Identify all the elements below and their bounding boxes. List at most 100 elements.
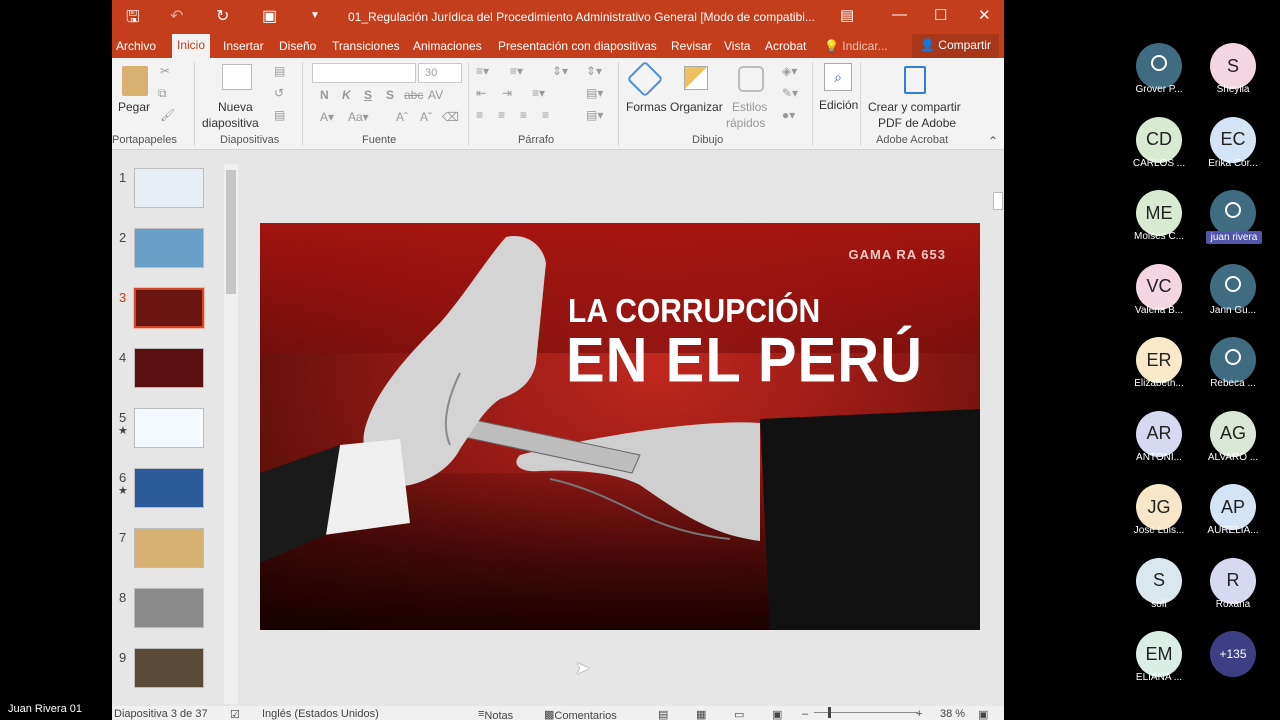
- present-icon[interactable]: ▣: [262, 6, 277, 26]
- paste-button[interactable]: Pegar: [118, 99, 150, 115]
- editing-button[interactable]: Edición: [819, 97, 858, 113]
- participant-tile[interactable]: Rebeca ...: [1194, 334, 1268, 404]
- participant-tile[interactable]: EM ELIANA ...: [1120, 628, 1194, 698]
- collapse-ribbon-icon[interactable]: ⌃: [988, 134, 998, 148]
- redo-icon[interactable]: ↻: [216, 6, 229, 26]
- underline-button[interactable]: S: [364, 88, 372, 102]
- participant-tile[interactable]: juan rivera: [1194, 187, 1268, 257]
- slide-thumbnail[interactable]: [134, 648, 204, 688]
- fit-slide-icon[interactable]: ▣: [978, 708, 988, 720]
- shape-fill-icon[interactable]: ◈▾: [782, 64, 797, 78]
- tab-animaciones[interactable]: Animaciones: [413, 39, 482, 53]
- slide-thumbnail[interactable]: [134, 168, 204, 208]
- columns-icon[interactable]: ≡▾: [532, 86, 545, 100]
- increase-indent-icon[interactable]: ⇥: [502, 86, 512, 100]
- clear-format-icon[interactable]: ⌫: [442, 110, 459, 124]
- tab-inicio[interactable]: Inicio: [172, 34, 211, 58]
- participant-tile[interactable]: AR ANTONI...: [1120, 408, 1194, 478]
- acrobat-label-2[interactable]: PDF de Adobe: [878, 115, 956, 131]
- tab-diseno[interactable]: Diseño: [279, 39, 316, 53]
- more-participants-button[interactable]: +135: [1194, 628, 1268, 698]
- text-direction-icon[interactable]: ⇕▾: [586, 64, 602, 78]
- numbering-icon[interactable]: ≡▾: [510, 64, 523, 78]
- format-painter-icon[interactable]: 🖌: [160, 108, 175, 122]
- quick-styles-label-1[interactable]: Estilos: [732, 99, 767, 115]
- participant-tile[interactable]: JG Jose Luis...: [1120, 481, 1194, 551]
- italic-button[interactable]: K: [342, 88, 351, 102]
- zoom-slider-thumb[interactable]: [828, 707, 831, 718]
- minimize-button[interactable]: —: [892, 6, 907, 23]
- tell-me-input[interactable]: 💡 Indicar...: [824, 39, 888, 53]
- justify-icon[interactable]: ≡: [542, 108, 549, 122]
- slideshow-icon[interactable]: ▣: [772, 708, 782, 720]
- participant-tile[interactable]: R Roxana: [1194, 555, 1268, 625]
- participant-tile[interactable]: S Sheylla: [1194, 40, 1268, 110]
- tab-archivo[interactable]: Archivo: [116, 39, 156, 53]
- scroll-thumb[interactable]: [993, 192, 1003, 210]
- slide-thumbnail[interactable]: [133, 287, 205, 329]
- decrease-indent-icon[interactable]: ⇤: [476, 86, 486, 100]
- cut-icon[interactable]: ✂: [160, 64, 170, 78]
- participant-tile[interactable]: CD CARLOS ...: [1120, 114, 1194, 184]
- maximize-button[interactable]: ☐: [934, 6, 947, 24]
- slide-sorter-icon[interactable]: ▦: [696, 708, 706, 720]
- strikethrough-button[interactable]: abc: [404, 88, 423, 102]
- bullets-icon[interactable]: ≡▾: [476, 64, 489, 78]
- participant-tile[interactable]: Ssofi: [1120, 555, 1194, 625]
- quick-styles-label-2[interactable]: rápidos: [726, 115, 765, 131]
- change-case-icon[interactable]: Aa▾: [348, 110, 369, 124]
- new-slide-label-2[interactable]: diapositiva: [202, 115, 259, 131]
- spellcheck-icon[interactable]: ☑: [230, 708, 240, 720]
- participant-tile[interactable]: ME Moises C...: [1120, 187, 1194, 257]
- share-button[interactable]: 👤 Compartir: [912, 34, 999, 58]
- bold-button[interactable]: N: [320, 88, 329, 102]
- acrobat-label-1[interactable]: Crear y compartir: [868, 99, 961, 115]
- tab-acrobat[interactable]: Acrobat: [765, 39, 806, 53]
- chevron-down-icon[interactable]: ▼: [310, 10, 320, 21]
- participant-tile[interactable]: VC Valeria B...: [1120, 261, 1194, 331]
- slide-thumbnail[interactable]: [134, 528, 204, 568]
- zoom-level[interactable]: 38 %: [940, 708, 965, 720]
- reading-view-icon[interactable]: ▭: [734, 708, 744, 720]
- slide-thumbnail[interactable]: [134, 408, 204, 448]
- shape-outline-icon[interactable]: ✎▾: [782, 86, 798, 100]
- font-name-input[interactable]: [312, 63, 416, 83]
- smartart-icon[interactable]: ▤▾: [586, 108, 603, 122]
- shape-effects-icon[interactable]: ●▾: [782, 108, 795, 122]
- grow-font-icon[interactable]: Aˆ: [396, 110, 408, 124]
- participant-tile[interactable]: Grover P...: [1120, 40, 1194, 110]
- undo-icon[interactable]: ↶: [170, 6, 183, 26]
- new-slide-label-1[interactable]: Nueva: [218, 99, 253, 115]
- tab-insertar[interactable]: Insertar: [223, 39, 264, 53]
- char-spacing-button[interactable]: AV: [428, 88, 443, 102]
- reset-icon[interactable]: ↺: [274, 86, 284, 100]
- arrange-button[interactable]: Organizar: [670, 99, 723, 115]
- slide-thumbnail[interactable]: [134, 228, 204, 268]
- copy-icon[interactable]: ⧉: [158, 86, 167, 101]
- slide-thumbnail[interactable]: [134, 588, 204, 628]
- participant-tile[interactable]: Jann Gu...: [1194, 261, 1268, 331]
- align-text-icon[interactable]: ▤▾: [586, 86, 603, 100]
- scroll-thumb[interactable]: [226, 170, 236, 294]
- slide-canvas[interactable]: GAMA RA 653 LA CORRUPCIÓN EN EL PERÚ: [260, 223, 980, 630]
- save-icon[interactable]: 🖫: [126, 6, 140, 33]
- shapes-button[interactable]: Formas: [626, 99, 667, 115]
- align-center-icon[interactable]: ≡: [498, 108, 505, 122]
- close-button[interactable]: ✕: [978, 6, 991, 24]
- notes-button[interactable]: ≡ Notas: [478, 708, 513, 720]
- line-spacing-icon[interactable]: ⇕▾: [552, 64, 568, 78]
- tab-presentacion[interactable]: Presentación con diapositivas: [498, 39, 657, 53]
- font-color-icon[interactable]: A▾: [320, 110, 334, 124]
- editor-scrollbar[interactable]: [992, 152, 1004, 702]
- slide-thumbnail[interactable]: [134, 468, 204, 508]
- tab-transiciones[interactable]: Transiciones: [332, 39, 400, 53]
- section-icon[interactable]: ▤: [274, 108, 285, 122]
- participant-tile[interactable]: AP AURELIA...: [1194, 481, 1268, 551]
- tab-revisar[interactable]: Revisar: [671, 39, 712, 53]
- layout-icon[interactable]: ▤: [274, 64, 285, 78]
- slide-thumbnail[interactable]: [134, 348, 204, 388]
- thumbnail-scrollbar[interactable]: [224, 164, 238, 704]
- zoom-out-button[interactable]: –: [802, 708, 808, 720]
- language-status[interactable]: Inglés (Estados Unidos): [262, 708, 379, 720]
- align-left-icon[interactable]: ≡: [476, 108, 483, 122]
